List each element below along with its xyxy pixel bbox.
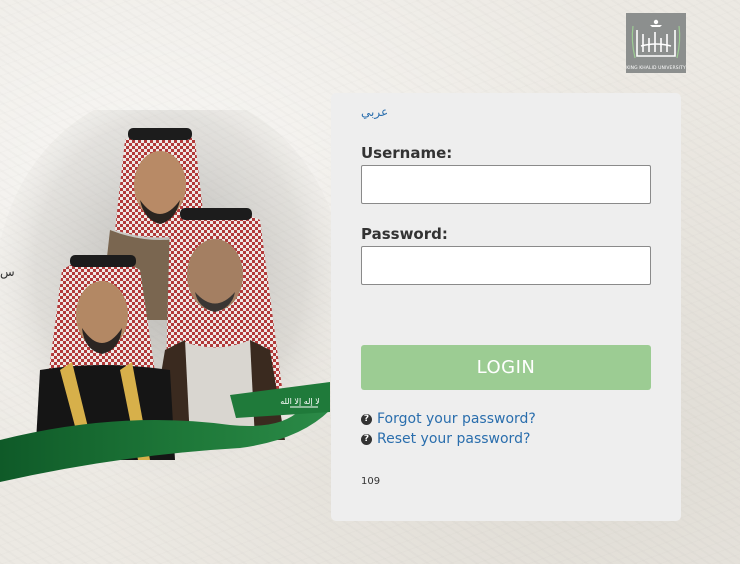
- language-switch-link[interactable]: عربي: [361, 105, 388, 119]
- login-panel: عربي Username: Password: LOGIN ? Forgot …: [331, 93, 681, 521]
- university-logo: KING KHALID UNIVERSITY: [626, 13, 686, 73]
- ribbon-text: لا إله إلا الله: [280, 397, 320, 407]
- password-label: Password:: [361, 225, 448, 243]
- username-label: Username:: [361, 144, 453, 162]
- reset-password-label[interactable]: Reset your password?: [377, 431, 530, 447]
- forgot-password-link[interactable]: ? Forgot your password?: [361, 411, 536, 427]
- username-input[interactable]: [361, 165, 651, 204]
- password-input[interactable]: [361, 246, 651, 285]
- question-circle-icon: ?: [361, 433, 372, 445]
- leaders-illustration: لا إله إلا الله: [0, 110, 340, 490]
- reset-password-link[interactable]: ? Reset your password?: [361, 431, 530, 447]
- logo-emblem-icon: [631, 19, 681, 59]
- question-circle-icon: ?: [361, 413, 372, 425]
- version-number: 109: [361, 476, 381, 487]
- side-text-fragment: س: [0, 265, 15, 279]
- login-button[interactable]: LOGIN: [361, 345, 651, 390]
- logo-caption: KING KHALID UNIVERSITY: [626, 66, 686, 71]
- forgot-password-label[interactable]: Forgot your password?: [377, 411, 536, 427]
